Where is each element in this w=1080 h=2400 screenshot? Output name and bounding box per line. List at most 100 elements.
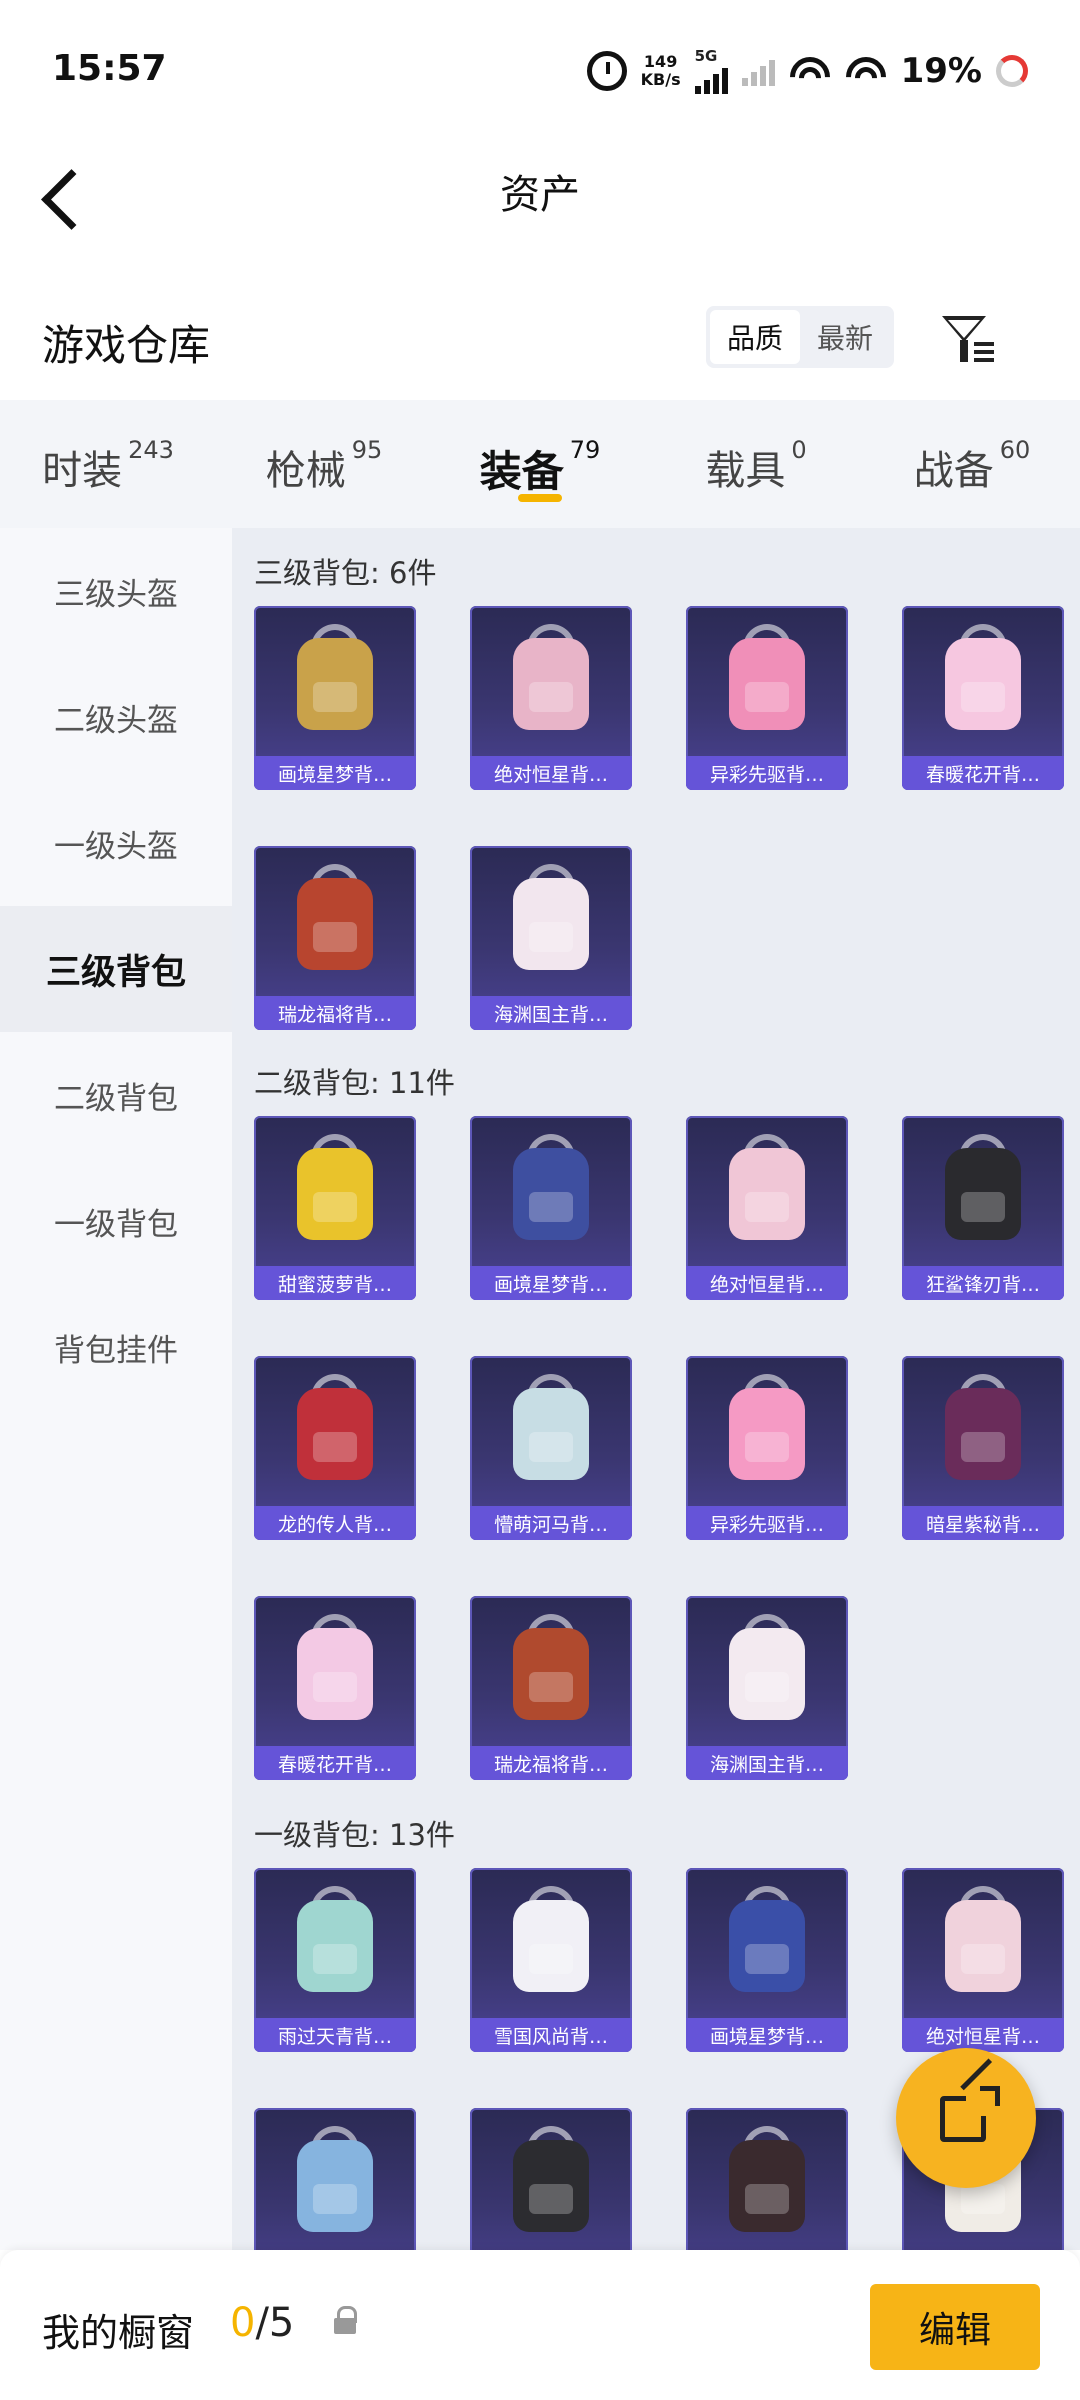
status-bar: 15:57 149 KB/s 5G 19% [0,0,1080,140]
sidebar-item-5[interactable]: 一级背包 [0,1158,232,1284]
tab-count: 79 [569,436,601,464]
backpack-icon [939,1134,1027,1246]
item-card[interactable]: 绝对恒星背… [902,1868,1064,2052]
backpack-icon [291,1886,379,1998]
item-card[interactable]: 暗星紫秘背… [902,1356,1064,1540]
network-speed-unit: KB/s [640,70,681,89]
item-card[interactable]: 瑞龙福将背… [254,846,416,1030]
backpack-icon [291,1134,379,1246]
item-name: 绝对恒星背… [686,1266,848,1300]
item-name: 异彩先驱背… [686,756,848,790]
sidebar-item-6[interactable]: 背包挂件 [0,1284,232,1410]
signal-bars-icon [694,64,728,94]
sidebar-item-2[interactable]: 一级头盔 [0,780,232,906]
group-title: 三级背包: 6件 [254,556,437,590]
tab-label: 载具 [705,448,786,494]
item-card[interactable]: 甜蜜菠萝背… [254,1116,416,1300]
item-name: 绝对恒星背… [470,756,632,790]
item-name: 龙的传人背… [254,1506,416,1540]
share-button[interactable] [896,2048,1036,2188]
sort-option-quality[interactable]: 品质 [710,310,800,364]
filter-icon[interactable] [938,312,998,368]
item-card[interactable]: 春暖花开背… [902,606,1064,790]
item-card[interactable]: 春暖花开背… [254,1596,416,1780]
sort-option-newest[interactable]: 最新 [800,310,890,364]
sidebar-item-1[interactable]: 二级头盔 [0,654,232,780]
item-name: 海渊国主背… [470,996,632,1030]
item-card[interactable]: 龙的传人背… [254,1356,416,1540]
item-card[interactable]: 绝对恒星背… [686,1116,848,1300]
group-title: 二级背包: 11件 [254,1066,455,1100]
backpack-icon [507,864,595,976]
backpack-icon [507,1614,595,1726]
backpack-icon [723,1374,811,1486]
item-name: 海渊国主背… [686,1746,848,1780]
showcase-current: 0 [230,2300,256,2346]
tab-3[interactable]: 载具 0 [648,400,864,528]
backpack-icon [723,1886,811,1998]
backpack-icon [723,624,811,736]
item-card[interactable]: 懵萌河马背… [470,1356,632,1540]
item-card[interactable]: 画境星梦背… [254,606,416,790]
alarm-icon [586,51,627,91]
item-name: 瑞龙福将背… [470,1746,632,1780]
tab-4[interactable]: 战备 60 [864,400,1080,528]
item-grid: 三级背包: 6件画境星梦背… 绝对恒星背… 异彩先驱背… 春暖花开背… 瑞龙福将背… 海渊… [232,528,1080,2250]
backpack-icon [507,1374,595,1486]
battery-ring-icon [996,55,1028,87]
tab-count: 95 [351,436,383,464]
item-name: 绝对恒星背… [902,2018,1064,2052]
top-header: 资产 [0,140,1080,290]
showcase-bar: 我的橱窗 0/5 编辑 [0,2250,1080,2400]
item-card[interactable]: 雨过天青背… [254,1868,416,2052]
backpack-icon [291,2126,379,2238]
item-card[interactable]: 绝对恒星背… [470,606,632,790]
network-speed: 149 KB/s [641,53,681,89]
item-card[interactable]: 海渊国主背… [686,1596,848,1780]
group-title: 一级背包: 13件 [254,1818,455,1852]
tab-label: 时装 [42,448,123,494]
showcase-label: 我的橱窗 [42,2311,195,2355]
item-card[interactable] [254,2108,416,2250]
sort-toggle: 品质 最新 [706,306,894,368]
item-card[interactable]: 画境星梦背… [686,1868,848,2052]
item-card[interactable] [470,2108,632,2250]
tab-1[interactable]: 枪械 95 [216,400,432,528]
signal-bars-secondary-icon [741,56,775,86]
item-name: 画境星梦背… [470,1266,632,1300]
backpack-icon [291,1614,379,1726]
category-tabs: 时装 243 枪械 95 装备 79 载具 0 战备 60 [0,400,1080,528]
item-card[interactable]: 瑞龙福将背… [470,1596,632,1780]
wifi-icon [788,55,831,87]
item-name: 雪国风尚背… [470,2018,632,2052]
tab-2[interactable]: 装备 79 [432,400,648,528]
item-name: 瑞龙福将背… [254,996,416,1030]
tab-label: 枪械 [265,448,346,494]
sidebar-item-3[interactable]: 三级背包 [0,906,232,1032]
item-card[interactable]: 异彩先驱背… [686,1356,848,1540]
backpack-icon [723,2126,811,2238]
backpack-icon [291,864,379,976]
sidebar-item-0[interactable]: 三级头盔 [0,528,232,654]
item-card[interactable] [686,2108,848,2250]
item-card[interactable]: 雪国风尚背… [470,1868,632,2052]
edit-button[interactable]: 编辑 [870,2284,1040,2370]
backpack-icon [507,2126,595,2238]
item-name: 异彩先驱背… [686,1506,848,1540]
item-card[interactable]: 画境星梦背… [470,1116,632,1300]
lock-icon [334,2306,357,2334]
item-name: 画境星梦背… [686,2018,848,2052]
showcase-max: /5 [255,2300,295,2346]
item-card[interactable]: 狂鲨锋刃背… [902,1116,1064,1300]
tab-0[interactable]: 时装 243 [0,400,216,528]
backpack-icon [291,624,379,736]
backpack-icon [507,1134,595,1246]
section-header: 游戏仓库 品质 最新 [0,290,1080,400]
backpack-icon [939,1374,1027,1486]
page-title: 资产 [500,172,580,218]
backpack-icon [939,1886,1027,1998]
item-card[interactable]: 海渊国主背… [470,846,632,1030]
item-card[interactable]: 异彩先驱背… [686,606,848,790]
backpack-icon [291,1374,379,1486]
sidebar-item-4[interactable]: 二级背包 [0,1032,232,1158]
